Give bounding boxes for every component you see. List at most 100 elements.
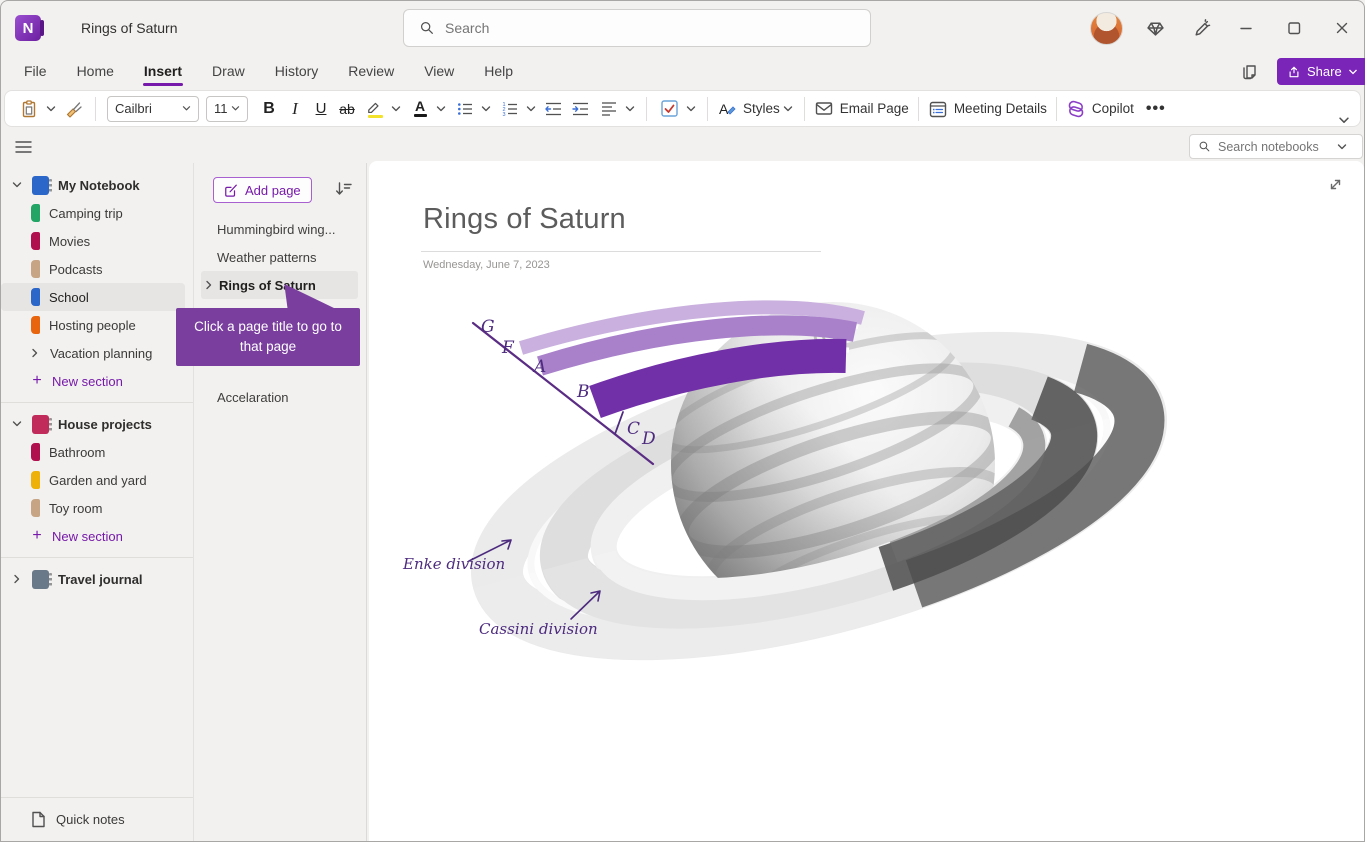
menu-home[interactable]: Home — [62, 55, 129, 89]
search-input[interactable] — [445, 20, 825, 36]
share-icon — [1287, 65, 1301, 79]
saturn-drawing[interactable]: G F A B C D Enke division Cassini divisi… — [399, 281, 1219, 736]
ribbon-overflow-button[interactable]: ••• — [1142, 95, 1170, 123]
search-notebooks-input[interactable] — [1218, 140, 1330, 154]
copilot-button[interactable]: Copilot — [1066, 99, 1134, 119]
page-item[interactable]: Weather patterns — [201, 243, 358, 271]
strikethrough-button[interactable]: ab — [334, 95, 360, 123]
italic-button[interactable]: I — [282, 95, 308, 123]
maximize-button[interactable] — [1279, 14, 1309, 42]
highlighter-chevron-icon[interactable] — [389, 95, 403, 123]
section-group-vacation-planning[interactable]: Vacation planning — [1, 339, 185, 367]
font-color-button[interactable]: A — [407, 95, 433, 123]
sidebar-divider — [1, 402, 193, 403]
full-screen-view-icon[interactable] — [1237, 59, 1263, 85]
font-size-select[interactable]: 11 — [206, 96, 248, 122]
section-camping-trip[interactable]: Camping trip — [1, 199, 185, 227]
section-movies[interactable]: Movies — [1, 227, 185, 255]
ring-label-f: F — [501, 338, 515, 358]
menu-draw[interactable]: Draw — [197, 55, 260, 89]
section-toy-room[interactable]: Toy room — [1, 494, 185, 522]
ring-label-b: B — [576, 382, 590, 402]
onenote-logo-icon: N — [15, 15, 41, 41]
navigation-menu-icon[interactable] — [9, 136, 37, 158]
notebook-house-projects[interactable]: House projects — [1, 410, 185, 438]
numbered-list-button[interactable]: 123 — [497, 95, 523, 123]
section-color-chip — [31, 316, 40, 334]
quick-notes-button[interactable]: Quick notes — [1, 797, 193, 841]
bold-button[interactable]: B — [256, 95, 282, 123]
todo-tag-chevron-icon[interactable] — [684, 95, 698, 123]
add-page-button[interactable]: Add page — [213, 177, 312, 203]
paste-chevron-icon[interactable] — [44, 95, 58, 123]
section-color-chip — [31, 260, 40, 278]
chevron-down-icon[interactable] — [11, 420, 23, 428]
notebook-my-notebook[interactable]: My Notebook — [1, 171, 185, 199]
chevron-down-icon[interactable] — [11, 181, 23, 189]
minimize-button[interactable] — [1231, 14, 1261, 42]
size-chevron-icon — [231, 105, 240, 112]
close-button[interactable] — [1327, 14, 1357, 42]
section-garden-and-yard[interactable]: Garden and yard — [1, 466, 185, 494]
compose-icon — [224, 183, 238, 197]
meeting-details-label: Meeting Details — [954, 101, 1047, 116]
increase-indent-button[interactable] — [567, 95, 594, 123]
plus-icon: + — [31, 527, 43, 545]
email-page-button[interactable]: Email Page — [814, 99, 909, 118]
share-chevron-icon — [1348, 68, 1358, 76]
page-item-selected[interactable]: Rings of Saturn — [201, 271, 358, 299]
whats-new-pen-icon[interactable] — [1186, 14, 1216, 42]
page-title[interactable]: Rings of Saturn — [423, 203, 626, 236]
expand-page-icon[interactable] — [1327, 176, 1344, 193]
menu-view[interactable]: View — [409, 55, 469, 89]
account-avatar[interactable] — [1090, 12, 1123, 45]
chevron-right-icon — [29, 348, 41, 358]
email-page-label: Email Page — [840, 101, 909, 116]
chevron-right-icon[interactable] — [11, 574, 23, 584]
ribbon-toolbar: Cailbri 11 B I U ab A 123 — [4, 90, 1361, 127]
styles-button[interactable]: A Styles — [717, 95, 795, 123]
menu-history[interactable]: History — [260, 55, 334, 89]
menu-file[interactable]: File — [9, 55, 62, 89]
alignment-button[interactable] — [596, 95, 622, 123]
sort-pages-icon[interactable] — [335, 181, 352, 197]
decrease-indent-button[interactable] — [540, 95, 567, 123]
numbered-list-chevron-icon[interactable] — [524, 95, 538, 123]
share-button[interactable]: Share — [1277, 58, 1365, 85]
chevron-down-icon — [1337, 143, 1347, 151]
svg-text:3: 3 — [503, 112, 506, 118]
page-item[interactable]: Accelaration — [201, 383, 358, 411]
new-section-button[interactable]: + New section — [1, 367, 185, 395]
chevron-right-icon — [205, 280, 213, 290]
font-color-chevron-icon[interactable] — [434, 95, 448, 123]
bullet-list-chevron-icon[interactable] — [479, 95, 493, 123]
font-name-select[interactable]: Cailbri — [107, 96, 199, 122]
alignment-chevron-icon[interactable] — [623, 95, 637, 123]
premium-diamond-icon[interactable] — [1140, 14, 1170, 42]
paste-button[interactable] — [15, 95, 43, 123]
section-bathroom[interactable]: Bathroom — [1, 438, 185, 466]
search-notebooks-select[interactable] — [1189, 134, 1363, 159]
ribbon-collapse-chevron-icon[interactable] — [1338, 116, 1350, 125]
page-item[interactable]: Hummingbird wing... — [201, 215, 358, 243]
ring-label-a: A — [532, 357, 546, 377]
bullet-list-button[interactable] — [452, 95, 478, 123]
notebook-travel-journal[interactable]: Travel journal — [1, 565, 185, 593]
menu-insert[interactable]: Insert — [129, 55, 197, 89]
section-podcasts[interactable]: Podcasts — [1, 255, 185, 283]
font-chevron-icon — [182, 105, 191, 112]
page-list-panel: Add page Hummingbird wing... Weather pat… — [195, 163, 367, 841]
section-school[interactable]: School — [1, 283, 185, 311]
page-canvas[interactable]: Rings of Saturn Wednesday, June 7, 2023 — [369, 161, 1364, 841]
todo-tag-button[interactable] — [656, 95, 683, 123]
notebooks-sidebar: My Notebook Camping trip Movies Podcasts… — [1, 163, 194, 841]
underline-button[interactable]: U — [308, 95, 334, 123]
section-hosting-people[interactable]: Hosting people — [1, 311, 185, 339]
format-painter-button[interactable] — [60, 95, 88, 123]
new-section-button[interactable]: + New section — [1, 522, 185, 550]
highlighter-button[interactable] — [362, 95, 388, 123]
menu-review[interactable]: Review — [333, 55, 409, 89]
meeting-details-button[interactable]: Meeting Details — [928, 99, 1047, 119]
menu-help[interactable]: Help — [469, 55, 528, 89]
search-bar[interactable] — [403, 9, 871, 47]
